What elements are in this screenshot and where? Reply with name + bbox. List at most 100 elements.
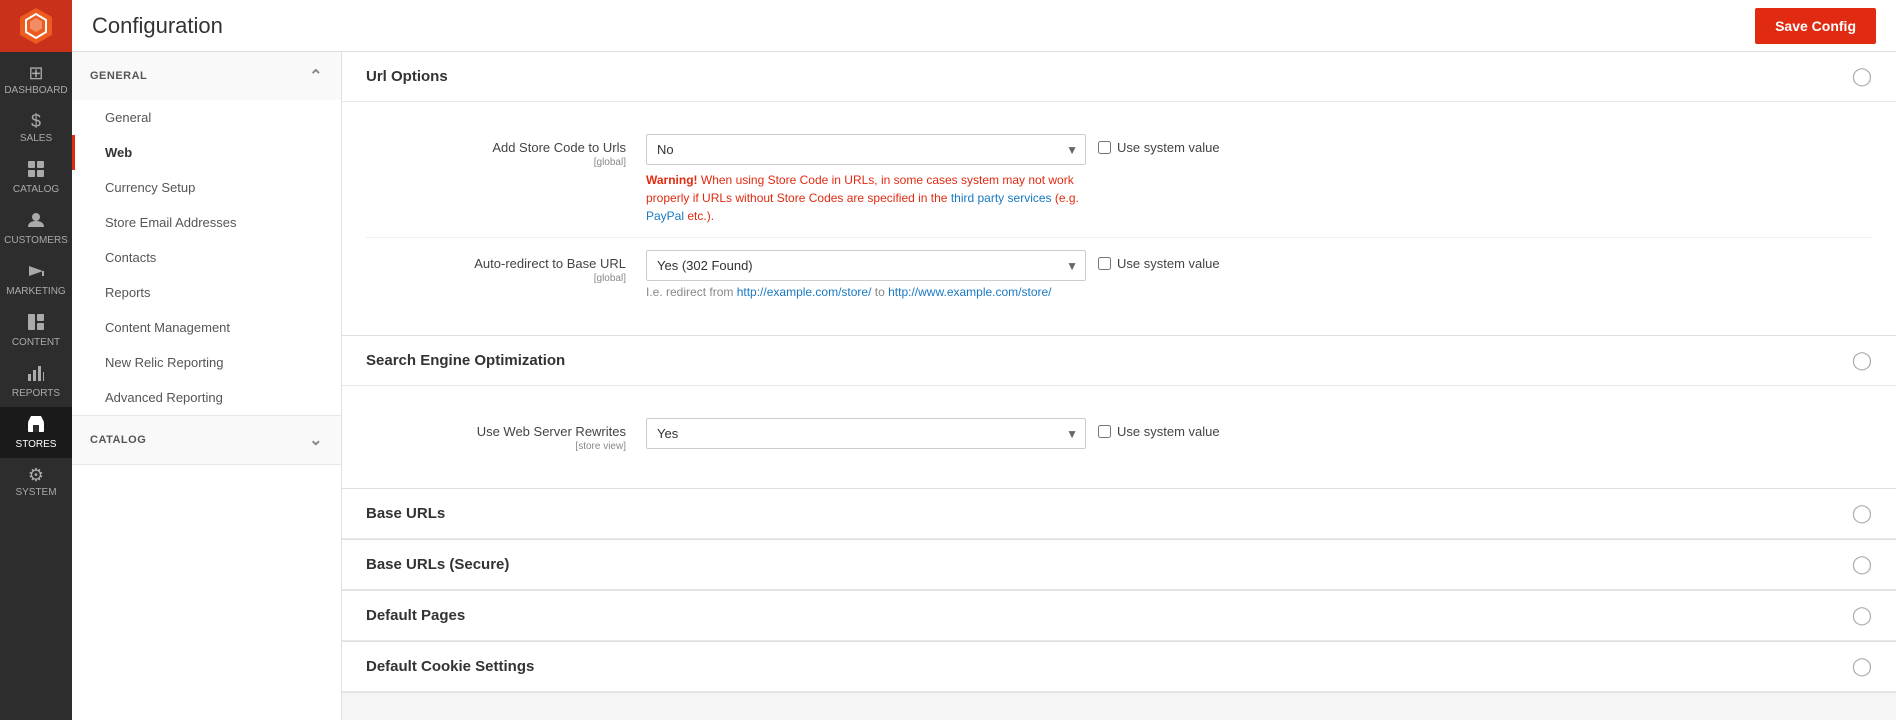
nav-item-marketing[interactable]: MARKETING [0,254,72,305]
web-server-rewrites-label-area: Use Web Server Rewrites [store view] [366,418,646,452]
add-store-code-use-system-label[interactable]: Use system value [1117,140,1220,155]
config-section-url-options-header[interactable]: Url Options ◯ [342,52,1896,102]
config-section-seo-header[interactable]: Search Engine Optimization ◯ [342,336,1896,386]
config-sidebar: GENERAL ⌃ General Web Currency Setup Sto… [72,52,342,720]
auto-redirect-scope: [global] [366,273,626,284]
expand-default-cookie-icon: ◯ [1852,656,1872,677]
sidebar-item-content-mgmt-label: Content Management [105,320,230,335]
base-urls-title: Base URLs [366,505,445,522]
auto-redirect-checkbox[interactable] [1098,257,1111,270]
expand-base-urls-icon: ◯ [1852,503,1872,524]
auto-redirect-label: Auto-redirect to Base URL [474,256,626,271]
auto-redirect-label-area: Auto-redirect to Base URL [global] [366,250,646,284]
seo-body: Use Web Server Rewrites [store view] No … [342,386,1896,488]
config-section-base-urls-secure: Base URLs (Secure) ◯ [342,540,1896,591]
nav-label-sales: SALES [20,133,52,144]
stores-icon [27,415,45,436]
auto-redirect-use-system: Use system value [1098,250,1220,271]
nav-item-reports[interactable]: REPORTS [0,356,72,407]
auto-redirect-hint: I.e. redirect from http://example.com/st… [646,285,1086,299]
config-section-base-urls: Base URLs ◯ [342,489,1896,540]
add-store-code-select-wrap: No Yes ▼ [646,134,1086,165]
nav-label-dashboard: DASHBOARD [4,85,67,96]
nav-item-content[interactable]: CONTENT [0,305,72,356]
web-server-rewrites-use-system: Use system value [1098,418,1220,439]
collapse-seo-icon: ◯ [1852,350,1872,371]
nav-label-marketing: MARKETING [6,286,65,297]
auto-redirect-select[interactable]: No Yes (302 Found) Yes (301 Moved Perman… [646,250,1086,281]
form-row-web-server-rewrites: Use Web Server Rewrites [store view] No … [366,406,1872,464]
default-cookie-title: Default Cookie Settings [366,658,534,675]
sidebar-item-general[interactable]: General [72,100,341,135]
add-store-code-warning: Warning! When using Store Code in URLs, … [646,171,1086,225]
nav-item-system[interactable]: ⚙ SYSTEM [0,458,72,506]
catalog-icon [27,160,45,181]
nav-item-customers[interactable]: CUSTOMERS [0,203,72,254]
nav-label-system: SYSTEM [15,487,56,498]
sales-icon: $ [31,112,41,130]
web-server-rewrites-select-wrap: No Yes ▼ [646,418,1086,449]
content-layout: GENERAL ⌃ General Web Currency Setup Sto… [72,52,1896,720]
nav-item-dashboard[interactable]: ⊞ DASHBOARD [0,56,72,104]
form-row-auto-redirect: Auto-redirect to Base URL [global] No Ye… [366,238,1872,311]
marketing-icon [27,262,45,283]
url-options-title: Url Options [366,68,448,85]
sidebar-item-reports[interactable]: Reports [72,275,341,310]
add-store-code-label-area: Add Store Code to Urls [global] [366,134,646,168]
web-server-rewrites-checkbox[interactable] [1098,425,1111,438]
sidebar-section-catalog: CATALOG ⌄ [72,416,341,465]
sidebar-item-reports-label: Reports [105,285,151,300]
sidebar-item-advanced-reporting[interactable]: Advanced Reporting [72,380,341,415]
add-store-code-use-system: Use system value [1098,134,1220,155]
sidebar-item-advanced-reporting-label: Advanced Reporting [105,390,223,405]
sidebar-item-contacts-label: Contacts [105,250,156,265]
sidebar-item-store-email[interactable]: Store Email Addresses [72,205,341,240]
sidebar-section-catalog-header[interactable]: CATALOG ⌄ [72,416,341,464]
system-icon: ⚙ [28,466,44,484]
sidebar-section-general: GENERAL ⌃ General Web Currency Setup Sto… [72,52,341,416]
chevron-down-icon: ⌄ [309,430,323,450]
reports-icon [27,364,45,385]
nav-item-stores[interactable]: STORES [0,407,72,458]
web-server-rewrites-control: No Yes ▼ Use system value [646,418,1872,449]
sidebar-item-currency-label: Currency Setup [105,180,195,195]
config-section-default-pages-header[interactable]: Default Pages ◯ [342,591,1896,641]
base-urls-secure-title: Base URLs (Secure) [366,556,509,573]
seo-title: Search Engine Optimization [366,352,565,369]
add-store-code-select[interactable]: No Yes [646,134,1086,165]
chevron-up-icon: ⌃ [309,66,323,86]
add-store-code-label: Add Store Code to Urls [492,140,626,155]
sidebar-item-new-relic[interactable]: New Relic Reporting [72,345,341,380]
config-section-base-urls-header[interactable]: Base URLs ◯ [342,489,1896,539]
nav-label-content: CONTENT [12,337,60,348]
sidebar-section-catalog-label: CATALOG [90,434,146,446]
add-store-code-scope: [global] [366,157,626,168]
sidebar-item-contacts[interactable]: Contacts [72,240,341,275]
sidebar-item-new-relic-label: New Relic Reporting [105,355,224,370]
sidebar-item-content-mgmt[interactable]: Content Management [72,310,341,345]
web-server-rewrites-use-system-label[interactable]: Use system value [1117,424,1220,439]
config-section-default-cookie: Default Cookie Settings ◯ [342,642,1896,693]
nav-label-customers: CUSTOMERS [4,235,68,246]
logo[interactable] [0,0,72,52]
config-section-default-cookie-header[interactable]: Default Cookie Settings ◯ [342,642,1896,692]
nav-item-catalog[interactable]: CATALOG [0,152,72,203]
main-content: Url Options ◯ Add Store Code to Urls [gl… [342,52,1896,720]
config-section-default-pages: Default Pages ◯ [342,591,1896,642]
add-store-code-checkbox[interactable] [1098,141,1111,154]
nav-item-sales[interactable]: $ SALES [0,104,72,152]
sidebar-item-web[interactable]: Web [72,135,341,170]
url-options-body: Add Store Code to Urls [global] No Yes [342,102,1896,335]
default-pages-title: Default Pages [366,607,465,624]
content-icon [27,313,45,334]
sidebar-section-general-header[interactable]: GENERAL ⌃ [72,52,341,100]
auto-redirect-use-system-label[interactable]: Use system value [1117,256,1220,271]
form-row-add-store-code: Add Store Code to Urls [global] No Yes [366,122,1872,238]
sidebar-item-web-label: Web [105,145,132,160]
main-area: Configuration Save Config GENERAL ⌃ Gene… [72,0,1896,720]
web-server-rewrites-select[interactable]: No Yes [646,418,1086,449]
save-config-button[interactable]: Save Config [1755,8,1876,44]
config-section-base-urls-secure-header[interactable]: Base URLs (Secure) ◯ [342,540,1896,590]
sidebar-item-currency-setup[interactable]: Currency Setup [72,170,341,205]
nav-label-reports: REPORTS [12,388,60,399]
